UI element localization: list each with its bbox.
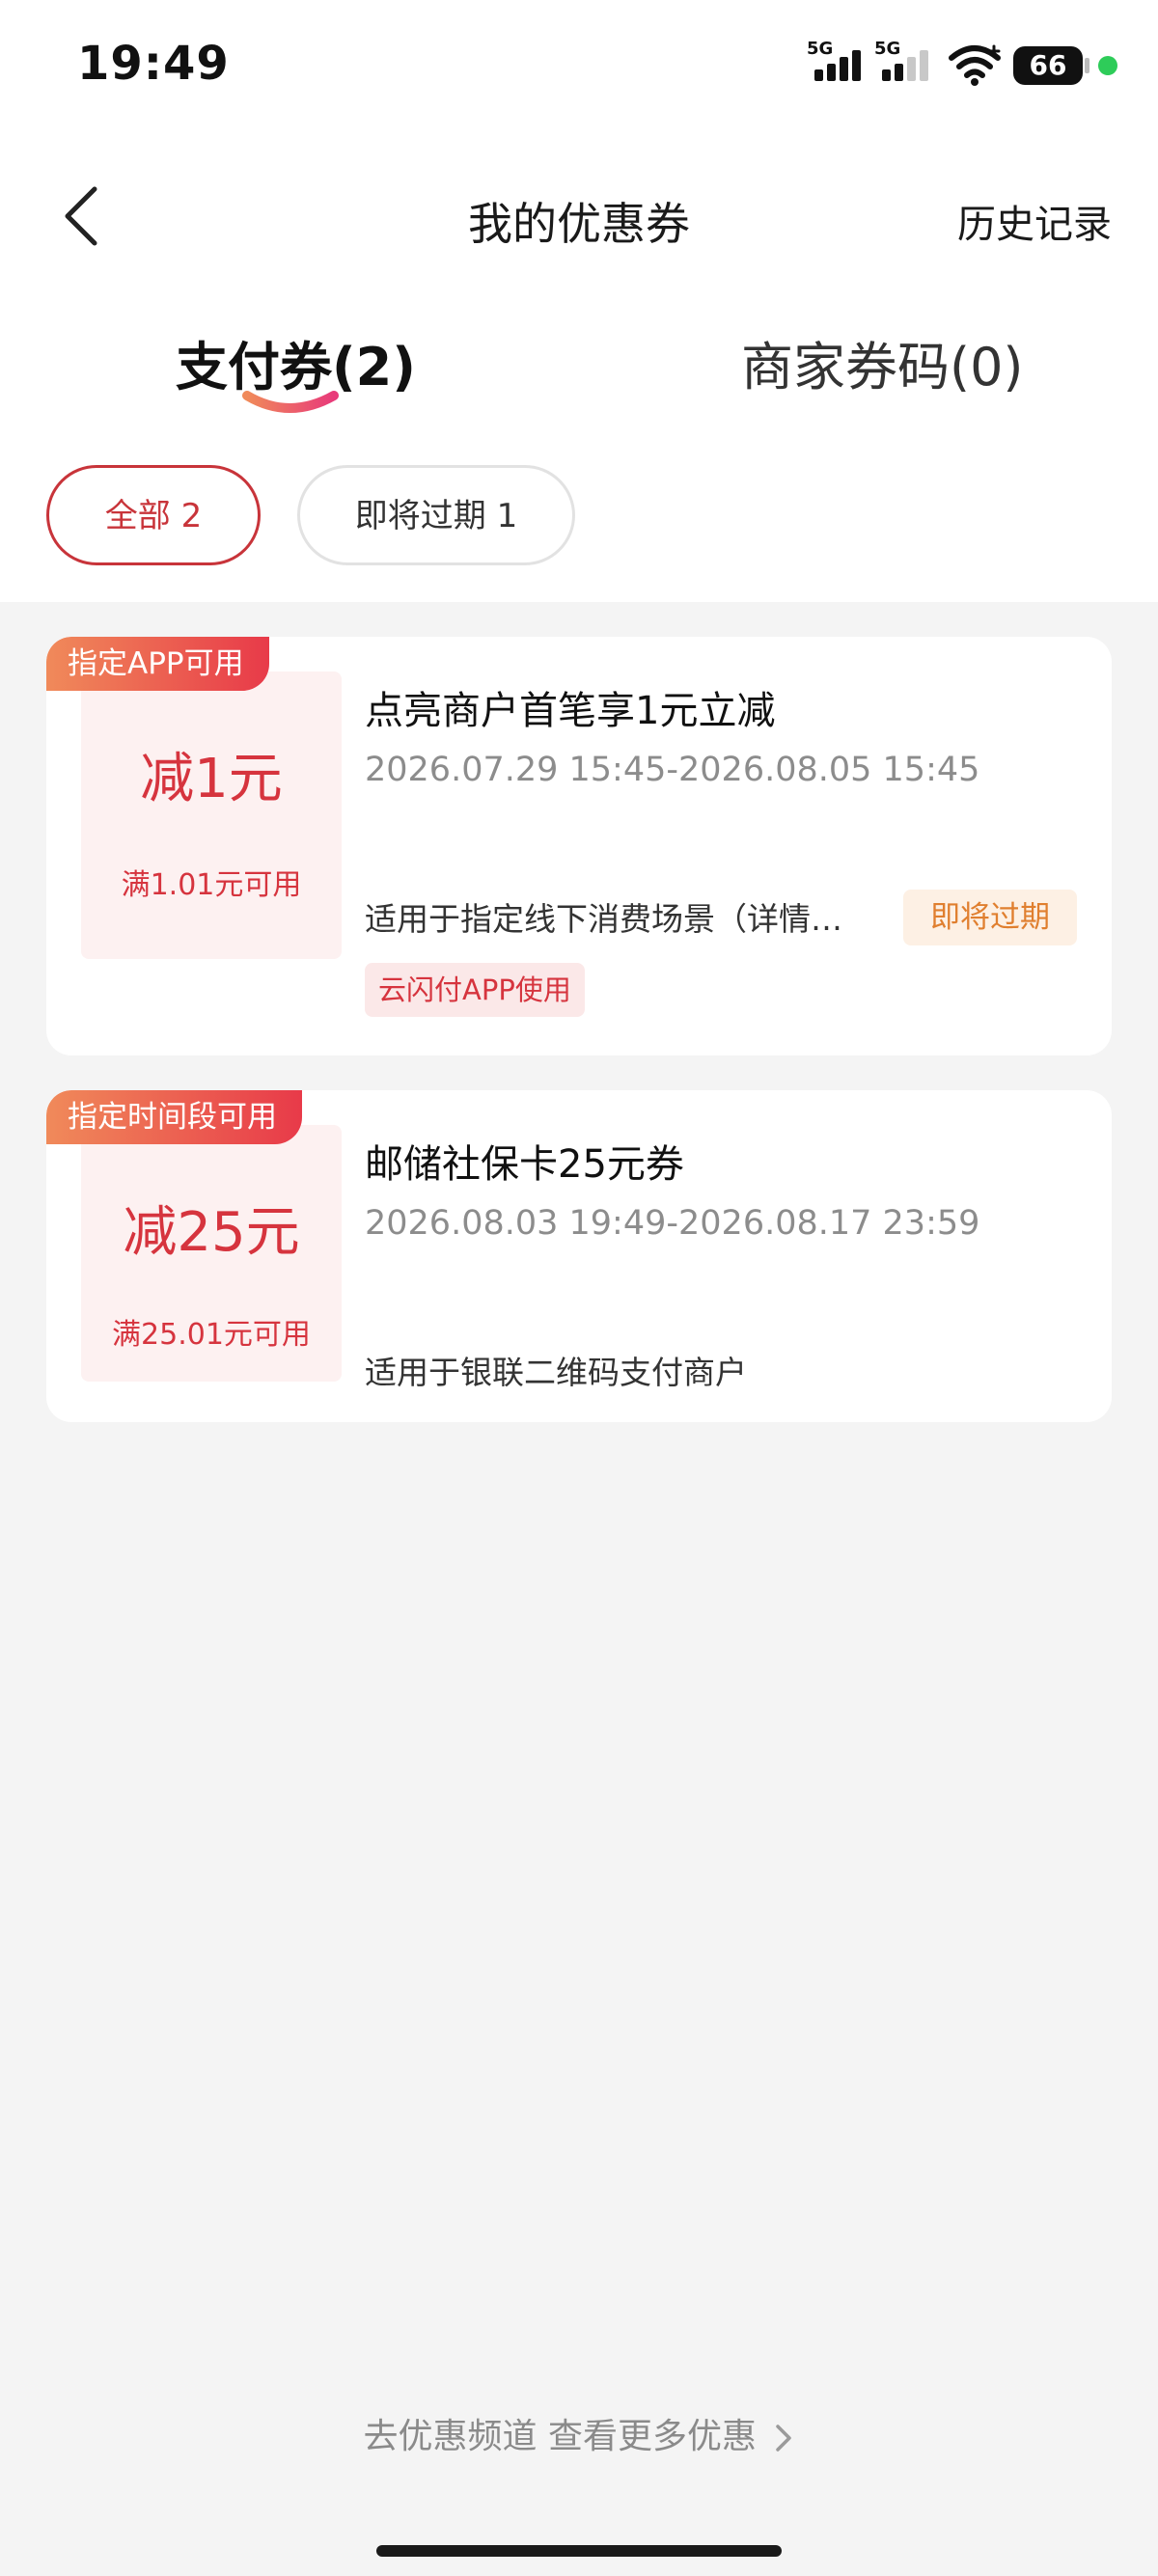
coupon-amount-panel: 减25元 满25.01元可用 — [81, 1125, 342, 1382]
expiring-badge: 即将过期 — [903, 890, 1077, 945]
coupon-condition: 满25.01元可用 — [112, 1318, 311, 1352]
tab-merchant-codes[interactable]: 商家券码(0) — [741, 324, 1024, 400]
coupon-tag: 指定时间段可用 — [46, 1090, 302, 1144]
filter-chip-all[interactable]: 全部 2 — [46, 465, 261, 565]
battery-tip — [1085, 58, 1089, 73]
header-area: 19:49 5G 5G 66 我的优惠券 历史记录 支付券(2) 商家券码(0)… — [0, 0, 1158, 602]
status-time: 19:49 — [77, 37, 230, 91]
coupon-amount: 减1元 — [140, 748, 283, 810]
coupon-amount: 减25元 — [123, 1201, 300, 1264]
privacy-indicator-dot — [1098, 56, 1117, 75]
home-indicator[interactable] — [376, 2545, 782, 2557]
chevron-right-icon — [776, 2425, 792, 2452]
signal-icon: 5G — [874, 39, 936, 83]
coupon-tag: 指定APP可用 — [46, 637, 269, 691]
filter-chip-expiring[interactable]: 即将过期 1 — [297, 465, 575, 565]
coupon-description: 适用于指定线下消费场景（详情请见使用规则） — [365, 900, 857, 938]
more-offers-link[interactable]: 去优惠频道 查看更多优惠 — [0, 2408, 1158, 2458]
coupon-condition: 满1.01元可用 — [121, 868, 302, 902]
coupon-page: 19:49 5G 5G 66 我的优惠券 历史记录 支付券(2) 商家券码(0)… — [0, 0, 1158, 2576]
coupon-validity: 2026.07.29 15:45-2026.08.05 15:45 — [365, 751, 980, 789]
coupon-validity: 2026.08.03 19:49-2026.08.17 23:59 — [365, 1204, 980, 1243]
signal-icon: 5G — [807, 39, 868, 83]
coupon-title: 邮储社保卡25元券 — [365, 1142, 684, 1187]
network-label: 5G — [807, 39, 834, 59]
app-only-badge: 云闪付APP使用 — [365, 963, 585, 1017]
more-offers-label: 去优惠频道 查看更多优惠 — [363, 2417, 757, 2456]
coupon-description: 适用于银联二维码支付商户 — [365, 1354, 747, 1391]
coupon-title: 点亮商户首笔享1元立减 — [365, 689, 776, 733]
wifi-icon — [949, 44, 1001, 86]
battery-icon: 66 — [1013, 46, 1083, 85]
coupon-card[interactable]: 减25元 满25.01元可用 指定时间段可用 邮储社保卡25元券 2026.08… — [46, 1090, 1112, 1422]
coupon-card[interactable]: 减1元 满1.01元可用 指定APP可用 点亮商户首笔享1元立减 2026.07… — [46, 637, 1112, 1055]
active-tab-indicator — [242, 391, 339, 413]
coupon-amount-panel: 减1元 满1.01元可用 — [81, 671, 342, 959]
history-link[interactable]: 历史记录 — [957, 193, 1112, 249]
network-label: 5G — [874, 39, 901, 59]
